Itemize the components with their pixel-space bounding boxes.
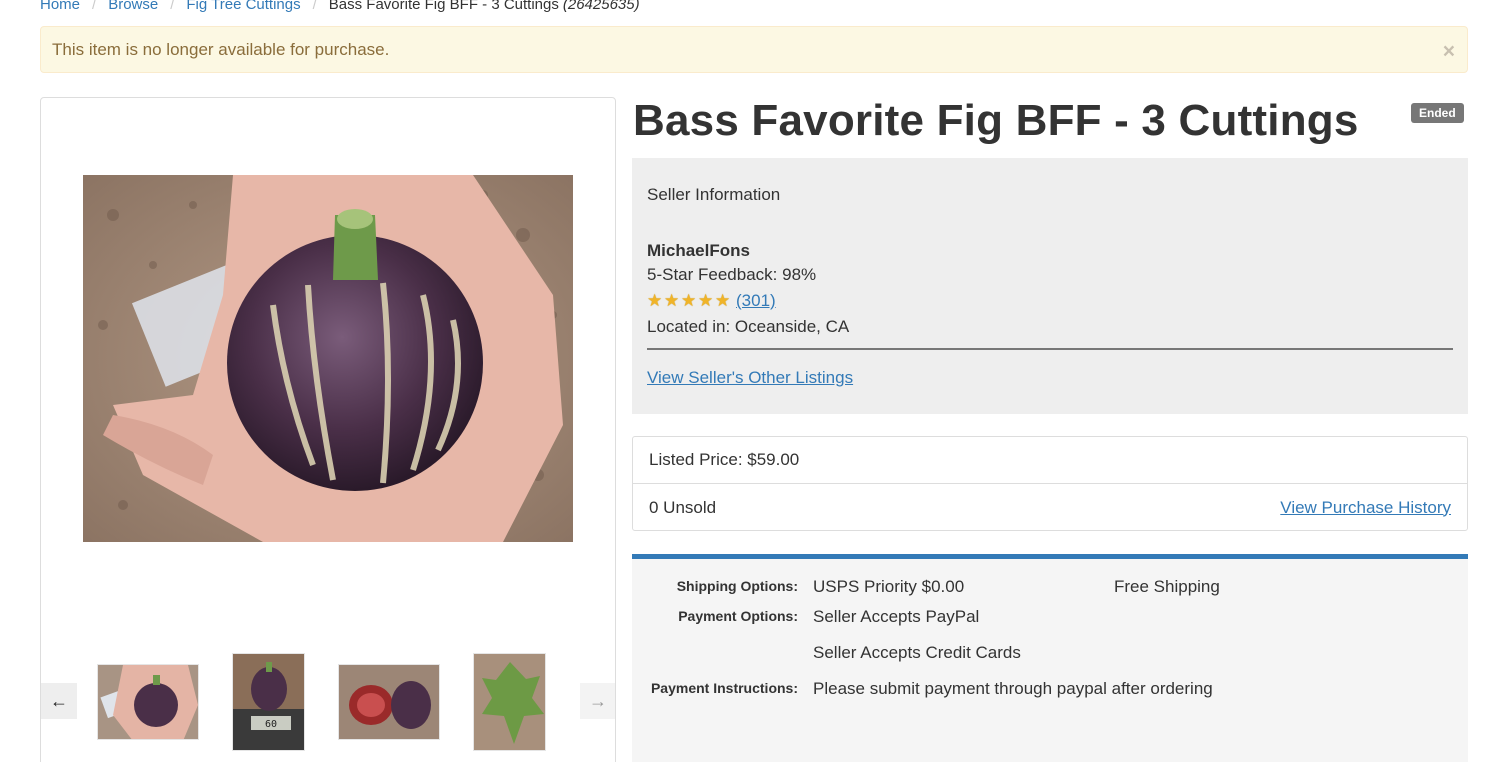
unavailable-alert: This item is no longer available for pur… <box>40 26 1468 73</box>
thumbnail-3[interactable] <box>338 664 440 740</box>
unsold-count: 0 Unsold <box>649 497 717 517</box>
seller-rating: ★ ★ ★ ★ ★ (301) <box>647 291 776 311</box>
star-icon: ★ <box>715 291 731 310</box>
breadcrumb: Home / Browse / Fig Tree Cuttings / Bass… <box>40 0 640 14</box>
price-box: Listed Price: $59.00 0 Unsold View Purch… <box>632 436 1468 531</box>
breadcrumb-separator: / <box>312 0 317 13</box>
payment-option-paypal: Seller Accepts PayPal <box>813 607 980 626</box>
shipping-note: Free Shipping <box>1114 577 1220 596</box>
photo-gallery: ← 60 → <box>40 97 616 762</box>
seller-location: Located in: Oceanside, CA <box>647 317 850 336</box>
thumbnail-next-button[interactable]: → <box>580 683 615 719</box>
close-icon[interactable]: × <box>1443 41 1455 62</box>
main-product-photo[interactable] <box>83 175 573 542</box>
scale-reading: 60 <box>265 719 277 730</box>
breadcrumb-listing-id: (26425635) <box>562 0 640 13</box>
breadcrumb-home-link[interactable]: Home <box>40 0 80 13</box>
thumbnail-prev-button[interactable]: ← <box>41 683 77 719</box>
status-badge: Ended <box>1411 103 1464 123</box>
listing-title: Bass Favorite Fig BFF - 3 Cuttings <box>633 96 1359 145</box>
seller-feedback: 5-Star Feedback: 98% <box>647 265 817 284</box>
payment-option-credit-cards: Seller Accepts Credit Cards <box>813 643 1021 662</box>
seller-name: MichaelFons <box>647 241 750 260</box>
rating-count-link[interactable]: (301) <box>736 291 776 311</box>
thumbnail-4[interactable] <box>473 653 546 751</box>
purchase-history-link[interactable]: View Purchase History <box>1280 498 1451 518</box>
thumbnail-2[interactable]: 60 <box>232 653 305 751</box>
breadcrumb-browse-link[interactable]: Browse <box>108 0 158 13</box>
divider <box>647 348 1453 350</box>
star-icon: ★ <box>698 291 714 310</box>
breadcrumb-separator: / <box>92 0 97 13</box>
shipping-payment-details: Shipping Options: USPS Priority $0.00 Fr… <box>632 554 1468 762</box>
unsold-row: 0 Unsold View Purchase History <box>633 484 1467 531</box>
alert-message: This item is no longer available for pur… <box>52 39 390 59</box>
seller-other-listings-link[interactable]: View Seller's Other Listings <box>647 368 853 388</box>
payment-instructions-label: Payment Instructions: <box>650 680 798 696</box>
thumbnail-1[interactable] <box>97 664 199 740</box>
payment-options-label: Payment Options: <box>678 608 798 624</box>
seller-info-heading: Seller Information <box>647 185 781 204</box>
breadcrumb-category-link[interactable]: Fig Tree Cuttings <box>186 0 300 13</box>
breadcrumb-current: Bass Favorite Fig BFF - 3 Cuttings <box>328 0 559 13</box>
seller-info-panel: Seller Information MichaelFons 5-Star Fe… <box>632 158 1468 414</box>
shipping-options-label: Shipping Options: <box>676 578 798 594</box>
star-icon: ★ <box>647 291 663 310</box>
listed-price: Listed Price: $59.00 <box>633 437 1467 484</box>
payment-instructions: Please submit payment through paypal aft… <box>813 679 1213 698</box>
star-rating: ★ ★ ★ ★ ★ <box>647 291 732 310</box>
shipping-method: USPS Priority $0.00 <box>813 577 965 596</box>
arrow-left-icon: ← <box>50 690 68 711</box>
star-icon: ★ <box>664 291 680 310</box>
breadcrumb-separator: / <box>170 0 175 13</box>
star-icon: ★ <box>681 291 697 310</box>
arrow-right-icon: → <box>589 690 607 711</box>
